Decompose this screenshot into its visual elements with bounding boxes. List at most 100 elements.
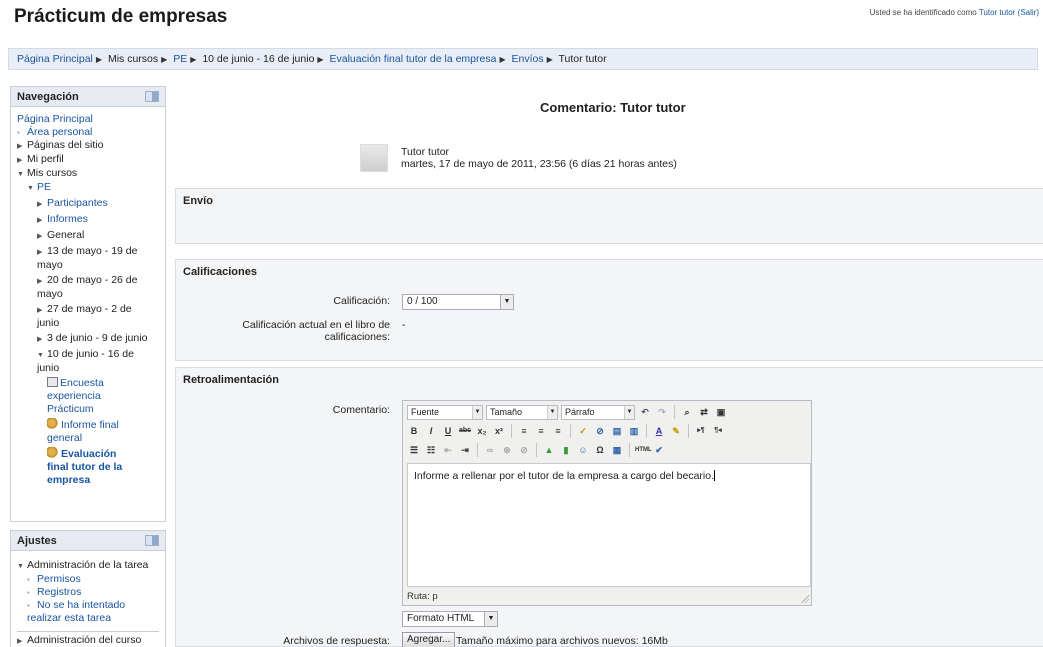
- breadcrumb-current: Tutor tutor: [558, 53, 607, 65]
- breadcrumb-envios[interactable]: Envíos: [512, 53, 544, 65]
- editor-toolbar-row-1: Fuente ▼ Tamaño ▼ Párrafo ▼ ↶ ↷ ⌕ ⇄ ▣: [407, 403, 728, 421]
- nav-home[interactable]: Página Principal: [17, 113, 93, 125]
- nolink-icon[interactable]: ⊘: [517, 443, 531, 457]
- ltr-icon[interactable]: ▸¶: [694, 424, 708, 438]
- align-center-icon[interactable]: ≡: [534, 424, 548, 438]
- paste-word-icon[interactable]: ▥: [627, 424, 641, 438]
- login-user-link[interactable]: Tutor tutor: [979, 8, 1016, 17]
- align-left-icon[interactable]: ≡: [517, 424, 531, 438]
- collapsed-arrow-icon[interactable]: ▶: [37, 246, 47, 259]
- format-select[interactable]: Párrafo ▼: [561, 404, 635, 420]
- collapsed-arrow-icon[interactable]: ▶: [17, 154, 27, 167]
- bullet-icon: ▪: [27, 575, 30, 584]
- strikethrough-icon[interactable]: abc: [458, 424, 472, 438]
- find-icon[interactable]: ⌕: [680, 405, 694, 419]
- toolbar-divider: [646, 424, 647, 438]
- undo-icon[interactable]: ↶: [638, 405, 652, 419]
- resize-handle-icon[interactable]: [801, 595, 809, 603]
- settings-no-intentado[interactable]: No se ha intentado realizar esta tarea: [27, 599, 125, 624]
- logout-link[interactable]: (Salir): [1018, 8, 1039, 17]
- nav-pe[interactable]: PE: [37, 181, 51, 193]
- collapsed-arrow-icon[interactable]: ▶: [17, 140, 27, 153]
- settings-permisos[interactable]: Permisos: [37, 573, 81, 585]
- toolbar-divider: [674, 405, 675, 419]
- nav-general[interactable]: General: [47, 229, 84, 241]
- settings-admin-curso[interactable]: Administración del curso: [27, 634, 141, 646]
- font-value: Fuente: [411, 406, 440, 417]
- fullscreen-icon[interactable]: ▣: [714, 405, 728, 419]
- remove-format-icon[interactable]: ⊘: [593, 424, 607, 438]
- chevron-down-icon: ▼: [624, 405, 634, 419]
- nav-mis-cursos[interactable]: Mis cursos: [27, 167, 77, 179]
- nav-informes[interactable]: Informes: [47, 213, 88, 225]
- toolbar-divider: [570, 424, 571, 438]
- paste-text-icon[interactable]: ▤: [610, 424, 624, 438]
- collapsed-arrow-icon[interactable]: ▶: [37, 230, 47, 243]
- settings-registros[interactable]: Registros: [37, 586, 81, 598]
- link-icon[interactable]: ∞: [483, 443, 497, 457]
- expanded-arrow-icon[interactable]: ▼: [17, 560, 27, 573]
- redo-icon[interactable]: ↷: [655, 405, 669, 419]
- comment-editor-area[interactable]: Informe a rellenar por el tutor de la em…: [407, 463, 811, 587]
- collapsed-arrow-icon[interactable]: ▶: [37, 333, 47, 346]
- calificacion-label: Calificación:: [333, 295, 390, 307]
- collapsed-arrow-icon[interactable]: ▶: [37, 275, 47, 288]
- calificaciones-fieldset: Calificaciones: [175, 259, 1043, 361]
- special-char-icon[interactable]: Ω: [593, 443, 607, 457]
- superscript-icon[interactable]: x²: [492, 424, 506, 438]
- calificacion-select[interactable]: 0 / 100 ▼: [402, 294, 514, 310]
- breadcrumb-assignment[interactable]: Evaluación final tutor de la empresa: [330, 53, 497, 65]
- bold-icon[interactable]: B: [407, 424, 421, 438]
- dock-icon[interactable]: [145, 535, 159, 546]
- expanded-arrow-icon[interactable]: ▼: [17, 168, 27, 181]
- nav-paginas-sitio[interactable]: Páginas del sitio: [27, 139, 103, 151]
- nav-week-5[interactable]: 10 de junio - 16 de junio: [37, 348, 134, 374]
- text-color-icon[interactable]: A: [652, 424, 666, 438]
- outdent-icon[interactable]: ⇤: [441, 443, 455, 457]
- italic-icon[interactable]: I: [424, 424, 438, 438]
- nav-week-3[interactable]: 27 de mayo - 2 de junio: [37, 303, 132, 329]
- nav-week-2[interactable]: 20 de mayo - 26 de mayo: [37, 274, 137, 300]
- highlight-color-icon[interactable]: ✎: [669, 424, 683, 438]
- expanded-arrow-icon[interactable]: ▼: [37, 349, 47, 362]
- collapsed-arrow-icon[interactable]: ▶: [37, 304, 47, 317]
- spellcheck-icon[interactable]: ✔: [652, 443, 666, 457]
- breadcrumb-separator-icon: ▶: [317, 55, 324, 64]
- dock-icon[interactable]: [145, 91, 159, 102]
- breadcrumb-pe[interactable]: PE: [173, 53, 187, 65]
- collapsed-arrow-icon[interactable]: ▶: [37, 214, 47, 227]
- indent-icon[interactable]: ⇥: [458, 443, 472, 457]
- html-source-icon[interactable]: HTML: [635, 443, 652, 457]
- media-icon[interactable]: ▮: [559, 443, 573, 457]
- toolbar-divider: [536, 443, 537, 457]
- font-select[interactable]: Fuente ▼: [407, 404, 483, 420]
- nav-week-1[interactable]: 13 de mayo - 19 de mayo: [37, 245, 137, 271]
- nav-week-4[interactable]: 3 de junio - 9 de junio: [47, 332, 147, 344]
- rtl-icon[interactable]: ¶◂: [711, 424, 725, 438]
- format-select-html[interactable]: Formato HTML ▼: [402, 611, 498, 627]
- clean-up-icon[interactable]: ✓: [576, 424, 590, 438]
- numbered-list-icon[interactable]: ☷: [424, 443, 438, 457]
- nav-participantes[interactable]: Participantes: [47, 197, 108, 209]
- size-select[interactable]: Tamaño ▼: [486, 404, 558, 420]
- settings-admin-tarea[interactable]: Administración de la tarea: [27, 559, 148, 571]
- align-right-icon[interactable]: ≡: [551, 424, 565, 438]
- bullet-list-icon[interactable]: ☰: [407, 443, 421, 457]
- max-size-text: Tamaño máximo para archivos nuevos: 16Mb: [456, 635, 668, 647]
- image-icon[interactable]: ▲: [542, 443, 556, 457]
- replace-icon[interactable]: ⇄: [697, 405, 711, 419]
- expanded-arrow-icon[interactable]: ▼: [27, 182, 37, 195]
- collapsed-arrow-icon[interactable]: ▶: [17, 635, 27, 647]
- unlink-icon[interactable]: ⊗: [500, 443, 514, 457]
- underline-icon[interactable]: U: [441, 424, 455, 438]
- table-icon[interactable]: ▦: [610, 443, 624, 457]
- nav-mi-perfil[interactable]: Mi perfil: [27, 153, 64, 165]
- collapsed-arrow-icon[interactable]: ▶: [37, 198, 47, 211]
- nav-area-personal[interactable]: Área personal: [27, 126, 92, 138]
- questionnaire-icon: [47, 377, 58, 387]
- agregar-button[interactable]: Agregar...: [402, 632, 456, 647]
- subscript-icon[interactable]: x₂: [475, 424, 489, 438]
- breadcrumb-home[interactable]: Página Principal: [17, 53, 93, 65]
- settings-title: Ajustes: [17, 535, 57, 547]
- emoticon-icon[interactable]: ☺: [576, 443, 590, 457]
